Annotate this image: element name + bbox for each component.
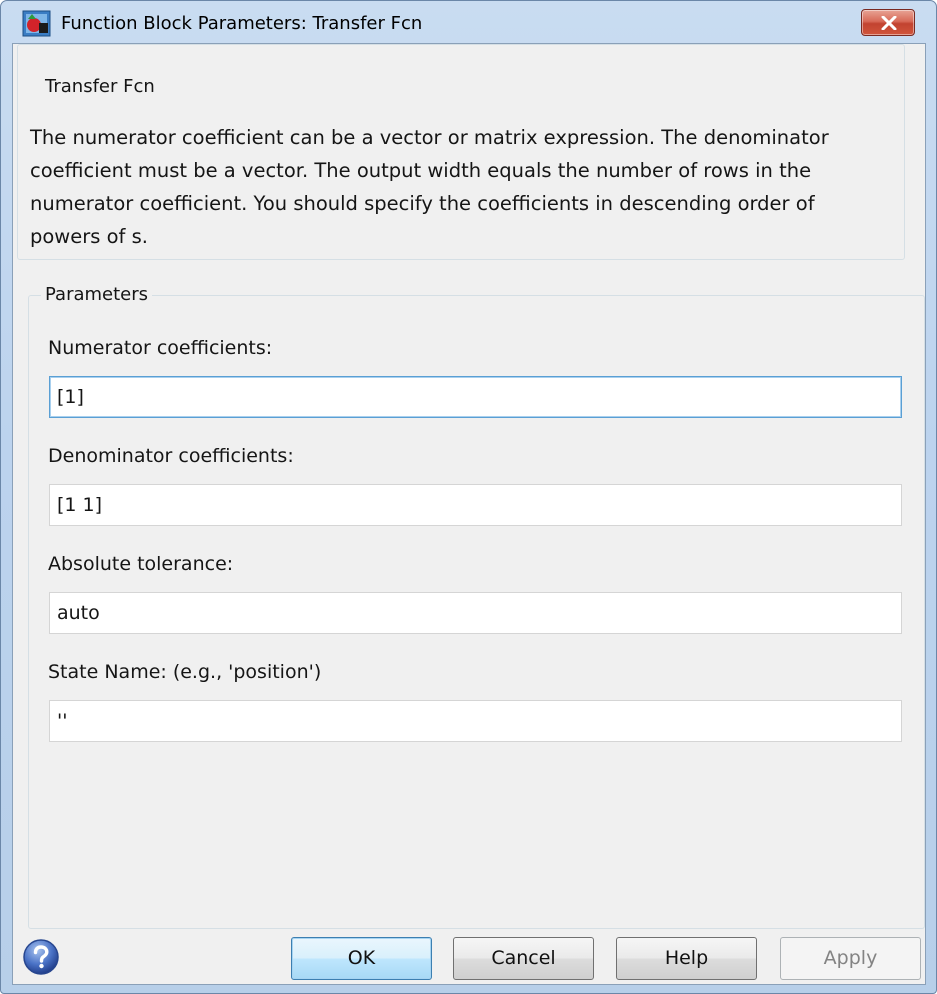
denominator-input[interactable] — [49, 484, 902, 526]
absolute-tolerance-input[interactable] — [49, 592, 902, 634]
help-button[interactable]: Help — [616, 937, 757, 980]
state-name-input[interactable] — [49, 700, 902, 742]
state-name-label: State Name: (e.g., 'position') — [48, 661, 322, 683]
cancel-button[interactable]: Cancel — [453, 937, 594, 980]
numerator-label: Numerator coefficients: — [48, 337, 273, 359]
close-icon — [881, 16, 897, 30]
apply-button[interactable]: Apply — [780, 937, 921, 980]
block-description: The numerator coefficient can be a vecto… — [30, 126, 829, 248]
help-question-icon[interactable] — [22, 938, 60, 976]
parameters-group-title: Parameters — [41, 284, 153, 305]
description-group-title: Transfer Fcn — [41, 76, 159, 97]
denominator-label: Denominator coefficients: — [48, 445, 294, 467]
window-title: Function Block Parameters: Transfer Fcn — [61, 13, 423, 34]
absolute-tolerance-label: Absolute tolerance: — [48, 553, 234, 575]
title-bar[interactable]: Function Block Parameters: Transfer Fcn — [1, 1, 936, 43]
numerator-input[interactable] — [49, 376, 902, 418]
dialog-window: Function Block Parameters: Transfer Fcn … — [0, 0, 937, 994]
close-button[interactable] — [861, 9, 915, 36]
simulink-block-icon — [22, 10, 51, 37]
ok-button[interactable]: OK — [291, 937, 432, 980]
